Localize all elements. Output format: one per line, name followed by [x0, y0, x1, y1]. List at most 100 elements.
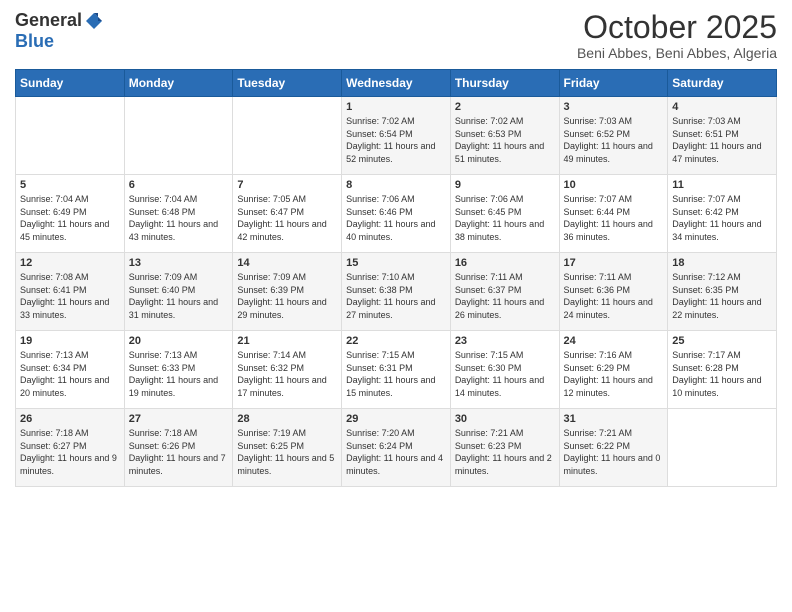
day-number: 29 — [346, 413, 446, 425]
day-number: 7 — [237, 179, 337, 191]
day-number: 2 — [455, 101, 555, 113]
calendar-week-row: 1Sunrise: 7:02 AM Sunset: 6:54 PM Daylig… — [16, 97, 777, 175]
day-number: 13 — [129, 257, 229, 269]
calendar-week-row: 26 Sunrise: 7:18 AM Sunset: 6:27 PM Dayli… — [16, 409, 777, 487]
calendar-cell: 21 Sunrise: 7:14 AM Sunset: 6:32 PM Dayli… — [233, 331, 342, 409]
calendar-cell — [16, 97, 125, 175]
calendar-cell: 20 Sunrise: 7:13 AM Sunset: 6:33 PM Dayli… — [124, 331, 233, 409]
weekday-header: Wednesday — [342, 70, 451, 97]
day-number: 27 — [129, 413, 229, 425]
day-info: Sunrise: 7:17 AM Sunset: 6:28 PM Dayligh… — [672, 349, 772, 399]
day-info: Sunrise: 7:02 AM Sunset: 6:53 PM Dayligh… — [455, 115, 555, 165]
calendar-cell: 9Sunrise: 7:06 AM Sunset: 6:45 PM Daylig… — [450, 175, 559, 253]
location: Beni Abbes, Beni Abbes, Algeria — [577, 45, 777, 61]
calendar-cell: 16 Sunrise: 7:11 AM Sunset: 6:37 PM Dayli… — [450, 253, 559, 331]
logo-text: General — [15, 10, 104, 31]
calendar-cell: 14Sunrise: 7:09 AM Sunset: 6:39 PM Dayli… — [233, 253, 342, 331]
day-info: Sunrise: 7:04 AM Sunset: 6:48 PM Dayligh… — [129, 193, 229, 243]
day-info: Sunrise: 7:09 AM Sunset: 6:39 PM Dayligh… — [237, 271, 337, 321]
day-number: 6 — [129, 179, 229, 191]
logo: General Blue — [15, 10, 104, 52]
calendar-cell — [668, 409, 777, 487]
day-number: 30 — [455, 413, 555, 425]
day-info: Sunrise: 7:20 AM Sunset: 6:24 PM Dayligh… — [346, 427, 446, 477]
day-number: 20 — [129, 335, 229, 347]
calendar-cell: 28Sunrise: 7:19 AM Sunset: 6:25 PM Dayli… — [233, 409, 342, 487]
calendar-cell: 4 Sunrise: 7:03 AM Sunset: 6:51 PM Daylig… — [668, 97, 777, 175]
day-number: 15 — [346, 257, 446, 269]
day-info: Sunrise: 7:09 AM Sunset: 6:40 PM Dayligh… — [129, 271, 229, 321]
calendar-cell: 6 Sunrise: 7:04 AM Sunset: 6:48 PM Daylig… — [124, 175, 233, 253]
day-info: Sunrise: 7:08 AM Sunset: 6:41 PM Dayligh… — [20, 271, 120, 321]
day-number: 31 — [564, 413, 664, 425]
header: General Blue October 2025 Beni Abbes, Be… — [15, 10, 777, 61]
calendar-cell: 11 Sunrise: 7:07 AM Sunset: 6:42 PM Dayli… — [668, 175, 777, 253]
day-info: Sunrise: 7:21 AM Sunset: 6:23 PM Dayligh… — [455, 427, 555, 477]
calendar-cell: 29 Sunrise: 7:20 AM Sunset: 6:24 PM Dayli… — [342, 409, 451, 487]
calendar-cell: 5 Sunrise: 7:04 AM Sunset: 6:49 PM Daylig… — [16, 175, 125, 253]
calendar-cell: 12 Sunrise: 7:08 AM Sunset: 6:41 PM Dayli… — [16, 253, 125, 331]
calendar-cell: 8 Sunrise: 7:06 AM Sunset: 6:46 PM Daylig… — [342, 175, 451, 253]
day-info: Sunrise: 7:19 AM Sunset: 6:25 PM Dayligh… — [237, 427, 337, 477]
day-info: Sunrise: 7:16 AM Sunset: 6:29 PM Dayligh… — [564, 349, 664, 399]
day-info: Sunrise: 7:02 AM Sunset: 6:54 PM Dayligh… — [346, 115, 446, 165]
logo-icon — [84, 11, 104, 31]
day-number: 26 — [20, 413, 120, 425]
calendar-week-row: 12 Sunrise: 7:08 AM Sunset: 6:41 PM Dayli… — [16, 253, 777, 331]
calendar-cell: 3 Sunrise: 7:03 AM Sunset: 6:52 PM Daylig… — [559, 97, 668, 175]
calendar-table: SundayMondayTuesdayWednesdayThursdayFrid… — [15, 69, 777, 487]
day-info: Sunrise: 7:18 AM Sunset: 6:26 PM Dayligh… — [129, 427, 229, 477]
logo-general-text: General — [15, 10, 82, 31]
day-info: Sunrise: 7:18 AM Sunset: 6:27 PM Dayligh… — [20, 427, 120, 477]
calendar-cell — [124, 97, 233, 175]
calendar-body: 1Sunrise: 7:02 AM Sunset: 6:54 PM Daylig… — [16, 97, 777, 487]
calendar-cell: 22Sunrise: 7:15 AM Sunset: 6:31 PM Dayli… — [342, 331, 451, 409]
day-info: Sunrise: 7:15 AM Sunset: 6:31 PM Dayligh… — [346, 349, 446, 399]
day-number: 24 — [564, 335, 664, 347]
weekday-header: Tuesday — [233, 70, 342, 97]
calendar-header: SundayMondayTuesdayWednesdayThursdayFrid… — [16, 70, 777, 97]
day-number: 25 — [672, 335, 772, 347]
weekday-header: Friday — [559, 70, 668, 97]
calendar-cell: 2 Sunrise: 7:02 AM Sunset: 6:53 PM Daylig… — [450, 97, 559, 175]
day-info: Sunrise: 7:03 AM Sunset: 6:52 PM Dayligh… — [564, 115, 664, 165]
calendar-cell: 7 Sunrise: 7:05 AM Sunset: 6:47 PM Daylig… — [233, 175, 342, 253]
day-info: Sunrise: 7:13 AM Sunset: 6:34 PM Dayligh… — [20, 349, 120, 399]
day-number: 21 — [237, 335, 337, 347]
day-number: 9 — [455, 179, 555, 191]
day-info: Sunrise: 7:14 AM Sunset: 6:32 PM Dayligh… — [237, 349, 337, 399]
day-number: 4 — [672, 101, 772, 113]
day-number: 10 — [564, 179, 664, 191]
title-section: October 2025 Beni Abbes, Beni Abbes, Alg… — [577, 10, 777, 61]
day-info: Sunrise: 7:07 AM Sunset: 6:42 PM Dayligh… — [672, 193, 772, 243]
day-info: Sunrise: 7:13 AM Sunset: 6:33 PM Dayligh… — [129, 349, 229, 399]
calendar-cell: 19Sunrise: 7:13 AM Sunset: 6:34 PM Dayli… — [16, 331, 125, 409]
calendar-cell: 17Sunrise: 7:11 AM Sunset: 6:36 PM Dayli… — [559, 253, 668, 331]
day-info: Sunrise: 7:07 AM Sunset: 6:44 PM Dayligh… — [564, 193, 664, 243]
day-number: 11 — [672, 179, 772, 191]
month-title: October 2025 — [577, 10, 777, 45]
day-number: 12 — [20, 257, 120, 269]
day-number: 5 — [20, 179, 120, 191]
day-info: Sunrise: 7:11 AM Sunset: 6:37 PM Dayligh… — [455, 271, 555, 321]
logo-blue-text: Blue — [15, 31, 54, 52]
day-number: 3 — [564, 101, 664, 113]
weekday-header: Sunday — [16, 70, 125, 97]
calendar-cell: 26 Sunrise: 7:18 AM Sunset: 6:27 PM Dayli… — [16, 409, 125, 487]
day-info: Sunrise: 7:15 AM Sunset: 6:30 PM Dayligh… — [455, 349, 555, 399]
day-info: Sunrise: 7:12 AM Sunset: 6:35 PM Dayligh… — [672, 271, 772, 321]
day-number: 16 — [455, 257, 555, 269]
calendar-cell: 25 Sunrise: 7:17 AM Sunset: 6:28 PM Dayli… — [668, 331, 777, 409]
day-number: 18 — [672, 257, 772, 269]
calendar-week-row: 19Sunrise: 7:13 AM Sunset: 6:34 PM Dayli… — [16, 331, 777, 409]
day-info: Sunrise: 7:06 AM Sunset: 6:46 PM Dayligh… — [346, 193, 446, 243]
day-info: Sunrise: 7:05 AM Sunset: 6:47 PM Dayligh… — [237, 193, 337, 243]
weekday-header: Thursday — [450, 70, 559, 97]
page: General Blue October 2025 Beni Abbes, Be… — [0, 0, 792, 612]
day-number: 8 — [346, 179, 446, 191]
day-info: Sunrise: 7:04 AM Sunset: 6:49 PM Dayligh… — [20, 193, 120, 243]
calendar-cell: 1Sunrise: 7:02 AM Sunset: 6:54 PM Daylig… — [342, 97, 451, 175]
calendar-week-row: 5 Sunrise: 7:04 AM Sunset: 6:49 PM Daylig… — [16, 175, 777, 253]
day-info: Sunrise: 7:03 AM Sunset: 6:51 PM Dayligh… — [672, 115, 772, 165]
calendar-cell: 15Sunrise: 7:10 AM Sunset: 6:38 PM Dayli… — [342, 253, 451, 331]
